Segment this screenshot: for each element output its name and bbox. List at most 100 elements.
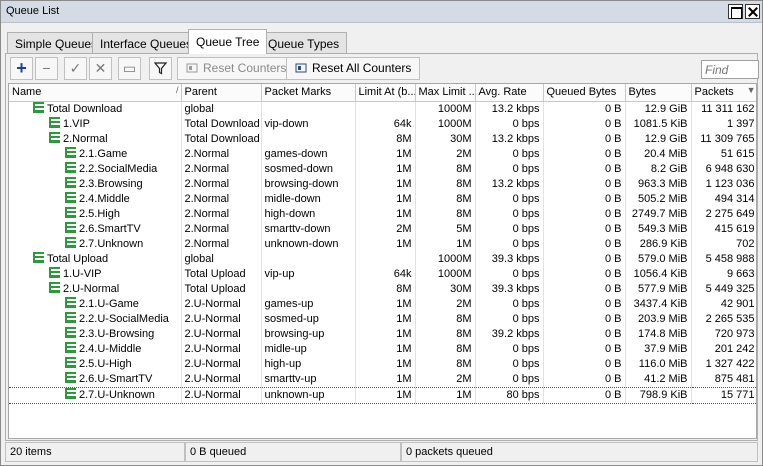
cell-marks: sosmed-up: [261, 311, 356, 327]
cell-queued: 0 B: [543, 281, 626, 297]
cell-bytes: 8.2 GiB: [625, 161, 692, 177]
comment-icon[interactable]: ▭: [118, 57, 141, 80]
table-row[interactable]: 2.6.SmartTV 2.Normal smarttv-down 2M 5M 0 bps…: [9, 221, 756, 237]
cell-marks: browsing-up: [261, 326, 356, 342]
cell-max-limit: 1M: [415, 386, 476, 404]
reset-counters-label: Reset Counters: [203, 61, 287, 75]
table-row[interactable]: 2.2.SocialMedia 2.Normal sosmed-down 1M 8M 0 …: [9, 161, 756, 177]
cell-packets: 1 327 422: [691, 356, 756, 372]
title-bar[interactable]: Queue List: [1, 1, 762, 23]
cell-avg-rate: 0 bps: [475, 236, 544, 252]
queue-name: 2.U-Normal: [63, 282, 120, 295]
cell-avg-rate: 39.3 kbps: [475, 251, 544, 267]
col-packets[interactable]: Packets ▼: [691, 84, 756, 102]
cross-icon[interactable]: ✕: [89, 57, 112, 80]
queue-icon: [65, 341, 76, 353]
table-row[interactable]: 1.U-VIP Total Upload vip-up 64k 1000M 0 bps 0 …: [9, 266, 756, 282]
cell-limit-at: 2M: [355, 221, 416, 237]
tab-queue-types[interactable]: Queue Types: [260, 32, 348, 53]
minus-icon[interactable]: −: [35, 57, 58, 80]
cell-bytes: 1081.5 KiB: [625, 116, 692, 132]
table-row[interactable]: 2.1.U-Game 2.U-Normal games-up 1M 2M 0 bps 0 B…: [9, 296, 756, 312]
col-queued-bytes[interactable]: Queued Bytes: [543, 84, 626, 102]
table-row[interactable]: Total Download global 1000M 13.2 kbps 0 B 12.…: [9, 101, 756, 117]
table-row[interactable]: 2.5.U-High 2.U-Normal high-up 1M 8M 0 bps 0 B1…: [9, 356, 756, 372]
cell-packets: 11 309 765: [691, 131, 756, 147]
tab-simple-queues[interactable]: Simple Queues: [7, 32, 106, 53]
queue-icon: [65, 356, 76, 368]
cell-limit-at: 1M: [355, 191, 416, 207]
cell-limit-at: 1M: [355, 371, 416, 387]
queue-name-cell: 2.7.Unknown: [9, 236, 182, 252]
table-row[interactable]: 2.7.Unknown 2.Normal unknown-down 1M 1M 0 bps…: [9, 236, 756, 252]
table-row[interactable]: 2.3.U-Browsing 2.U-Normal browsing-up 1M 8M 3…: [9, 326, 756, 342]
cell-packets: 51 615: [691, 146, 756, 162]
queue-icon: [65, 296, 76, 308]
cell-parent: 2.U-Normal: [181, 341, 262, 357]
table-row[interactable]: 2.5.High 2.Normal high-down 1M 8M 0 bps 0 B 274…: [9, 206, 756, 222]
col-max-limit[interactable]: Max Limit ...: [415, 84, 476, 102]
col-packet-marks[interactable]: Packet Marks: [261, 84, 356, 102]
table-row[interactable]: 1.VIP Total Download vip-down 64k 1000M 0 bps…: [9, 116, 756, 132]
cell-avg-rate: 0 bps: [475, 341, 544, 357]
cell-bytes: 203.9 MiB: [625, 311, 692, 327]
queue-name: 2.Normal: [63, 132, 108, 145]
cell-marks: vip-up: [261, 266, 356, 282]
table-header: Name / Parent Packet Marks Limit At (b...…: [9, 84, 756, 102]
reset-all-counters-label: Reset All Counters: [312, 61, 412, 75]
cell-max-limit: 2M: [415, 146, 476, 162]
tab-interface-queues[interactable]: Interface Queues: [92, 32, 201, 53]
maximize-icon[interactable]: [728, 4, 743, 19]
queue-name-cell: 2.U-Normal: [9, 281, 182, 297]
cell-queued: 0 B: [543, 251, 626, 267]
table-row[interactable]: 2.U-Normal Total Upload 8M 30M 39.3 kbps 0 B5…: [9, 281, 756, 297]
queue-name-cell: 2.6.U-SmartTV: [9, 371, 182, 387]
check-icon[interactable]: ✓: [64, 57, 87, 80]
cell-queued: 0 B: [543, 176, 626, 192]
cell-marks: games-up: [261, 296, 356, 312]
queue-icon: [65, 371, 76, 383]
reset-all-counters-button[interactable]: Reset All Counters: [286, 57, 421, 80]
cell-marks: [261, 131, 356, 147]
queue-icon: [65, 221, 76, 233]
table-row[interactable]: Total Upload global 1000M 39.3 kbps 0 B 579.0…: [9, 251, 756, 267]
cell-parent: 2.U-Normal: [181, 296, 262, 312]
queue-icon: [65, 146, 76, 158]
filter-icon[interactable]: [149, 57, 172, 80]
close-icon[interactable]: [745, 4, 760, 19]
table-row[interactable]: 2.2.U-SocialMedia 2.U-Normal sosmed-up 1M 8M…: [9, 311, 756, 327]
cell-packets: 42 901: [691, 296, 756, 312]
col-avg-rate[interactable]: Avg. Rate: [475, 84, 544, 102]
cell-avg-rate: 0 bps: [475, 206, 544, 222]
cell-queued: 0 B: [543, 236, 626, 252]
cell-bytes: 3437.4 KiB: [625, 296, 692, 312]
col-bytes[interactable]: Bytes: [625, 84, 692, 102]
cell-max-limit: 30M: [415, 281, 476, 297]
col-name[interactable]: Name /: [9, 84, 182, 102]
reset-counters-button[interactable]: Reset Counters: [177, 57, 296, 80]
table-row[interactable]: 2.4.U-Middle 2.U-Normal midle-up 1M 8M 0 bps 0…: [9, 341, 756, 357]
cell-limit-at: 1M: [355, 341, 416, 357]
queue-icon: [65, 326, 76, 338]
col-parent[interactable]: Parent: [181, 84, 262, 102]
find-input[interactable]: [701, 60, 759, 79]
plus-icon[interactable]: +: [10, 57, 33, 80]
tab-queue-tree[interactable]: Queue Tree: [188, 29, 268, 54]
cell-bytes: 2749.7 MiB: [625, 206, 692, 222]
table-row[interactable]: 2.6.U-SmartTV 2.U-Normal smarttv-up 1M 2M 0 b…: [9, 371, 756, 387]
queue-icon: [65, 191, 76, 203]
queue-icon: [49, 116, 60, 128]
table-row[interactable]: 2.3.Browsing 2.Normal browsing-down 1M 8M 13.…: [9, 176, 756, 192]
chevron-down-icon[interactable]: ▼: [747, 85, 756, 95]
cell-max-limit: 8M: [415, 356, 476, 372]
cell-avg-rate: 0 bps: [475, 116, 544, 132]
cell-bytes: 549.3 MiB: [625, 221, 692, 237]
table-row[interactable]: 2.4.Middle 2.Normal midle-down 1M 8M 0 bps 0 B…: [9, 191, 756, 207]
queue-name: Total Upload: [47, 252, 109, 265]
table-row[interactable]: 2.1.Game 2.Normal games-down 1M 2M 0 bps 0 B 20…: [9, 146, 756, 162]
table-row[interactable]: 2.Normal Total Download 8M 30M 13.2 kbps 0 B1…: [9, 131, 756, 147]
table-row[interactable]: 2.7.U-Unknown 2.U-Normal unknown-up 1M 1M 80 …: [9, 386, 756, 404]
cell-limit-at: 1M: [355, 326, 416, 342]
col-limit-at[interactable]: Limit At (b...: [355, 84, 416, 102]
cell-bytes: 963.3 MiB: [625, 176, 692, 192]
